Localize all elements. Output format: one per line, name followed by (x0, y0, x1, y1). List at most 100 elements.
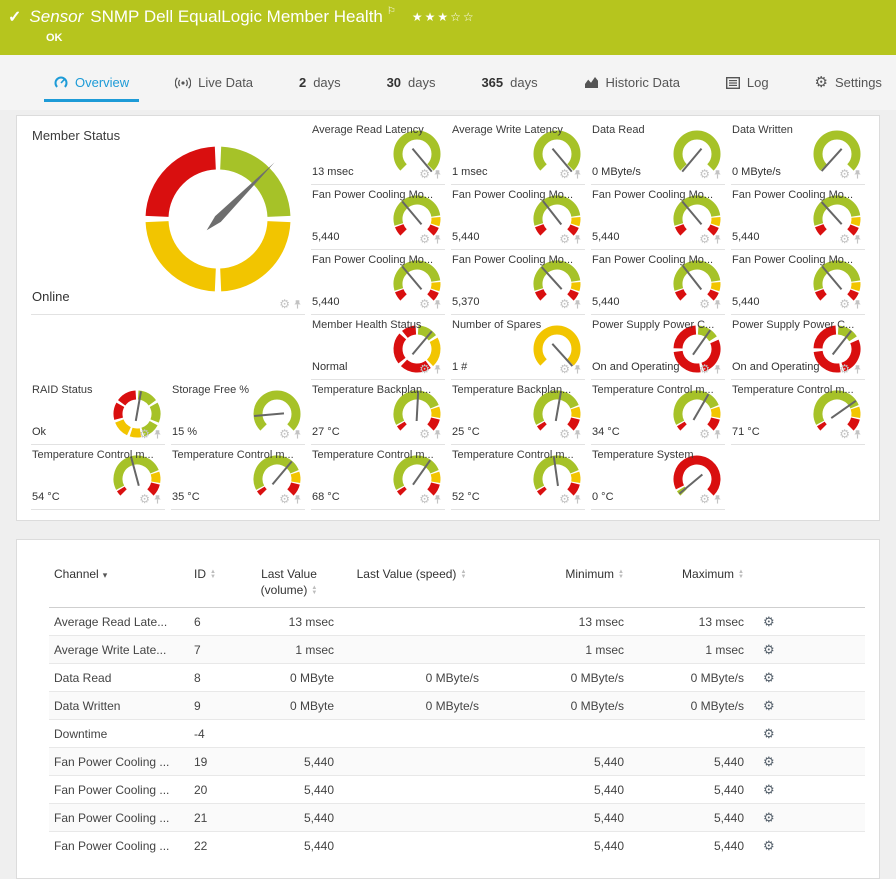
gauge-cell-raid-status[interactable]: RAID StatusOk⚙ (31, 380, 165, 445)
pin-icon[interactable] (573, 429, 582, 440)
gauge-cell-storage-free[interactable]: Storage Free %15 %⚙ (171, 380, 305, 445)
tab-365-days[interactable]: 365days (471, 55, 547, 110)
tab-overview[interactable]: Overview (44, 55, 139, 110)
gear-icon[interactable]: ⚙ (839, 298, 850, 310)
gauge-cell-member-status[interactable]: Member StatusOnline⚙ (31, 120, 305, 315)
pin-icon[interactable] (853, 299, 862, 310)
pin-icon[interactable] (713, 429, 722, 440)
channel-settings-gear-icon[interactable]: ⚙ (754, 670, 775, 686)
gauge-cell-psu-2[interactable]: Power Supply Power C...On and Operating⚙ (731, 315, 865, 380)
gauge-cell-fan-cooling-2[interactable]: Fan Power Cooling Mo...5,440⚙ (451, 185, 585, 250)
gear-icon[interactable]: ⚙ (699, 298, 710, 310)
gear-icon[interactable]: ⚙ (839, 233, 850, 245)
gauge-cell-fan-cooling-5[interactable]: Fan Power Cooling Mo...5,440⚙ (311, 250, 445, 315)
pin-icon[interactable] (573, 234, 582, 245)
pin-icon[interactable] (853, 364, 862, 375)
pin-icon[interactable] (573, 169, 582, 180)
cell-channel[interactable]: Average Write Late... (49, 636, 189, 664)
pin-icon[interactable] (153, 494, 162, 505)
gear-icon[interactable]: ⚙ (699, 168, 710, 180)
tab-2-days[interactable]: 2days (289, 55, 351, 110)
gauge-cell-temp-control-2[interactable]: Temperature Control m...71 °C⚙ (731, 380, 865, 445)
tab-30-days[interactable]: 30days (377, 55, 446, 110)
gear-icon[interactable]: ⚙ (419, 168, 430, 180)
pin-icon[interactable] (573, 364, 582, 375)
gauge-cell-temp-control-5[interactable]: Temperature Control m...68 °C⚙ (311, 445, 445, 510)
pin-icon[interactable] (433, 429, 442, 440)
pin-icon[interactable] (433, 299, 442, 310)
gauge-cell-temp-control-4[interactable]: Temperature Control m...35 °C⚙ (171, 445, 305, 510)
gauge-cell-fan-cooling-7[interactable]: Fan Power Cooling Mo...5,440⚙ (591, 250, 725, 315)
channel-settings-gear-icon[interactable]: ⚙ (754, 642, 775, 658)
tab-live-data[interactable]: Live Data (165, 55, 263, 110)
gear-icon[interactable]: ⚙ (559, 428, 570, 440)
pin-icon[interactable] (713, 299, 722, 310)
gear-icon[interactable]: ⚙ (279, 298, 290, 310)
gauge-cell-fan-cooling-8[interactable]: Fan Power Cooling Mo...5,440⚙ (731, 250, 865, 315)
gear-icon[interactable]: ⚙ (279, 493, 290, 505)
gauge-cell-psu-1[interactable]: Power Supply Power C...On and Operating⚙ (591, 315, 725, 380)
gauge-cell-temp-control-6[interactable]: Temperature Control m...52 °C⚙ (451, 445, 585, 510)
gear-icon[interactable]: ⚙ (559, 168, 570, 180)
cell-channel[interactable]: Average Read Late... (49, 608, 189, 636)
column-header-channel[interactable]: Channel▾ (49, 564, 189, 608)
pin-icon[interactable] (853, 169, 862, 180)
pin-icon[interactable] (713, 494, 722, 505)
column-header-last-value-speed[interactable]: Last Value (speed)▲▼ (339, 564, 484, 608)
column-header-minimum[interactable]: Minimum▲▼ (484, 564, 629, 608)
gauge-cell-data-written[interactable]: Data Written0 MByte/s⚙ (731, 120, 865, 185)
gear-icon[interactable]: ⚙ (279, 428, 290, 440)
gauge-cell-avg-read-latency[interactable]: Average Read Latency13 msec⚙ (311, 120, 445, 185)
channel-settings-gear-icon[interactable]: ⚙ (754, 810, 775, 826)
pin-icon[interactable] (433, 364, 442, 375)
gauge-cell-member-health[interactable]: Member Health StatusNormal⚙ (311, 315, 445, 380)
gear-icon[interactable]: ⚙ (139, 428, 150, 440)
gauge-cell-temp-control-3[interactable]: Temperature Control m...54 °C⚙ (31, 445, 165, 510)
channel-settings-gear-icon[interactable]: ⚙ (754, 614, 775, 630)
gear-icon[interactable]: ⚙ (839, 363, 850, 375)
column-header-maximum[interactable]: Maximum▲▼ (629, 564, 749, 608)
tab-historic-data[interactable]: Historic Data (574, 55, 690, 110)
gear-icon[interactable]: ⚙ (699, 493, 710, 505)
gauge-cell-fan-cooling-6[interactable]: Fan Power Cooling Mo...5,370⚙ (451, 250, 585, 315)
gauge-cell-temp-backplane-1[interactable]: Temperature Backplan...27 °C⚙ (311, 380, 445, 445)
pin-icon[interactable] (713, 169, 722, 180)
pin-icon[interactable] (153, 429, 162, 440)
cell-channel[interactable]: Data Read (49, 664, 189, 692)
pin-icon[interactable] (293, 299, 302, 310)
gear-icon[interactable]: ⚙ (419, 233, 430, 245)
column-header-id[interactable]: ID▲▼ (189, 564, 239, 608)
gauge-cell-data-read[interactable]: Data Read0 MByte/s⚙ (591, 120, 725, 185)
channel-settings-gear-icon[interactable]: ⚙ (754, 698, 775, 714)
channel-settings-gear-icon[interactable]: ⚙ (754, 782, 775, 798)
gear-icon[interactable]: ⚙ (699, 428, 710, 440)
pin-icon[interactable] (433, 169, 442, 180)
column-header-last-value-volume[interactable]: Last Value(volume)▲▼ (239, 564, 339, 608)
cell-channel[interactable]: Fan Power Cooling ... (49, 804, 189, 832)
pin-icon[interactable] (713, 234, 722, 245)
cell-channel[interactable]: Fan Power Cooling ... (49, 748, 189, 776)
pin-icon[interactable] (853, 429, 862, 440)
pin-icon[interactable] (433, 234, 442, 245)
cell-channel[interactable]: Fan Power Cooling ... (49, 832, 189, 860)
channel-settings-gear-icon[interactable]: ⚙ (754, 726, 775, 742)
gauge-cell-temp-system[interactable]: Temperature System0 °C⚙ (591, 445, 725, 510)
gear-icon[interactable]: ⚙ (559, 233, 570, 245)
pin-icon[interactable] (853, 234, 862, 245)
pin-icon[interactable] (573, 299, 582, 310)
gear-icon[interactable]: ⚙ (419, 298, 430, 310)
gear-icon[interactable]: ⚙ (559, 493, 570, 505)
gauge-cell-fan-cooling-4[interactable]: Fan Power Cooling Mo...5,440⚙ (731, 185, 865, 250)
gauge-cell-temp-control-1[interactable]: Temperature Control m...34 °C⚙ (591, 380, 725, 445)
cell-channel[interactable]: Fan Power Cooling ... (49, 776, 189, 804)
gauge-cell-fan-cooling-1[interactable]: Fan Power Cooling Mo...5,440⚙ (311, 185, 445, 250)
cell-channel[interactable]: Data Written (49, 692, 189, 720)
pin-icon[interactable] (713, 364, 722, 375)
gear-icon[interactable]: ⚙ (139, 493, 150, 505)
pin-icon[interactable] (293, 429, 302, 440)
gauge-cell-avg-write-latency[interactable]: Average Write Latency1 msec⚙ (451, 120, 585, 185)
tab-settings[interactable]: ⚙Settings (805, 55, 892, 110)
flag-icon[interactable]: ⚐ (387, 6, 396, 17)
gear-icon[interactable]: ⚙ (419, 363, 430, 375)
gear-icon[interactable]: ⚙ (839, 168, 850, 180)
